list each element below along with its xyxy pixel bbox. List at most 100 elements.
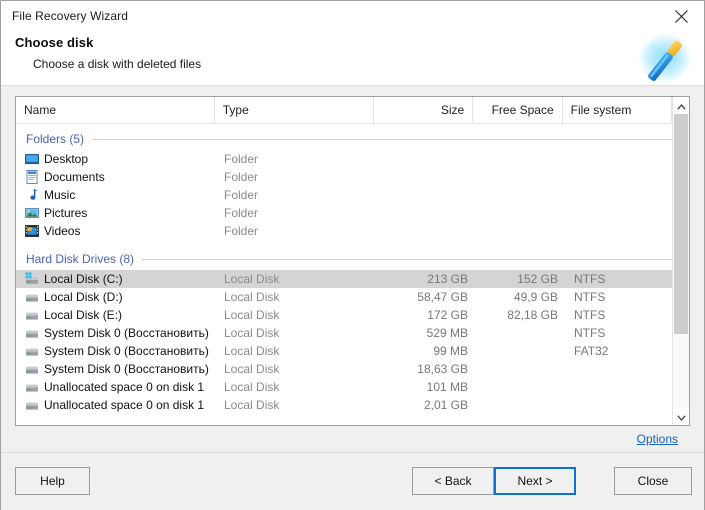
table-row[interactable]: Local Disk (E:) Local Disk 172 GB 82,18 GB N… — [16, 306, 689, 324]
cell-free-space — [476, 222, 566, 240]
table-row[interactable]: System Disk 0 (Восстановить) Local Disk 99… — [16, 342, 689, 360]
page-title: Choose disk — [15, 35, 94, 50]
table-row[interactable]: Desktop Folder — [16, 150, 689, 168]
wizard-header: Choose disk Choose a disk with deleted f… — [1, 31, 704, 86]
table-row[interactable]: Local Disk (C:) Local Disk 213 GB 152 GB NTF… — [16, 270, 689, 288]
help-button[interactable]: Help — [15, 467, 90, 495]
cell-name: Music — [16, 186, 216, 204]
chevron-down-icon — [676, 408, 686, 426]
table-row[interactable]: Music Folder — [16, 186, 689, 204]
group-header-rule — [92, 138, 681, 140]
group-header-label: Hard Disk Drives (8) — [26, 252, 135, 266]
row-name-label: Videos — [44, 224, 81, 238]
drive-icon — [25, 362, 39, 376]
page-subtitle: Choose a disk with deleted files — [33, 57, 202, 71]
cell-type: Local Disk — [224, 326, 280, 340]
cell-free-space: 152 GB — [517, 272, 558, 286]
options-link[interactable]: Options — [637, 432, 678, 446]
table-row[interactable]: Documents Folder — [16, 168, 689, 186]
group-header-rule — [142, 258, 681, 260]
cell-file-system — [566, 186, 676, 204]
back-button[interactable]: < Back — [412, 467, 494, 495]
cell-name: System Disk 0 (Восстановить) — [16, 342, 216, 360]
disk-list[interactable]: Name Type Size Free Space File system Fo… — [15, 96, 690, 426]
cell-name: Local Disk (E:) — [16, 306, 216, 324]
column-header-size[interactable]: Size — [374, 97, 474, 123]
cell-name: System Disk 0 (Восстановить) — [16, 324, 216, 342]
cell-free-space — [476, 360, 566, 378]
table-row[interactable]: Pictures Folder — [16, 204, 689, 222]
row-name-label: Documents — [44, 170, 105, 184]
drive-icon — [25, 398, 39, 412]
pictures-icon — [25, 206, 39, 220]
close-button[interactable]: Close — [614, 467, 692, 495]
title-bar: File Recovery Wizard — [1, 1, 704, 31]
scroll-down-button[interactable] — [673, 408, 689, 425]
cell-name: Unallocated space 0 on disk 1 — [16, 396, 216, 414]
cell-type: Local Disk — [224, 272, 280, 286]
videos-icon — [25, 224, 39, 238]
group-header: Hard Disk Drives (8) — [16, 248, 689, 270]
music-icon — [25, 188, 39, 202]
column-header-name[interactable]: Name — [16, 97, 215, 123]
column-header-file-system[interactable]: File system — [563, 97, 672, 123]
cell-free-space — [476, 324, 566, 342]
row-name-label: Unallocated space 0 on disk 1 — [44, 398, 205, 412]
cell-size: 58,47 GB — [417, 290, 468, 304]
row-name-label: System Disk 0 (Восстановить) — [44, 326, 209, 340]
cell-type: Local Disk — [224, 380, 280, 394]
table-row[interactable]: System Disk 0 (Восстановить) Local Disk 18… — [16, 360, 689, 378]
column-header-free-space[interactable]: Free Space — [473, 97, 563, 123]
table-row[interactable]: Local Disk (D:) Local Disk 58,47 GB 49,9 GB… — [16, 288, 689, 306]
cell-file-system: NTFS — [574, 272, 606, 286]
vertical-scrollbar[interactable] — [672, 97, 689, 425]
cell-file-system: NTFS — [574, 308, 606, 322]
next-button[interactable]: Next > — [494, 467, 576, 495]
drive-icon — [25, 380, 39, 394]
window-title: File Recovery Wizard — [12, 9, 129, 23]
group-header: Folders (5) — [16, 128, 689, 150]
row-name-label: System Disk 0 (Восстановить) — [44, 344, 209, 358]
table-row[interactable]: System Disk 0 (Восстановить) Local Disk 52… — [16, 324, 689, 342]
cell-free-space — [476, 378, 566, 396]
cell-size: 213 GB — [427, 272, 468, 286]
scroll-up-button[interactable] — [673, 97, 689, 114]
options-row: Options — [15, 426, 690, 452]
cell-free-space — [476, 186, 566, 204]
wizard-body: Name Type Size Free Space File system Fo… — [1, 86, 704, 452]
scrollbar-track[interactable] — [673, 114, 689, 408]
cell-free-space — [476, 396, 566, 414]
group-header-label: Folders (5) — [26, 132, 85, 146]
cell-free-space — [476, 342, 566, 360]
documents-icon — [25, 170, 39, 184]
close-window-button[interactable] — [659, 1, 704, 31]
cell-file-system: NTFS — [574, 290, 606, 304]
column-header-type[interactable]: Type — [215, 97, 374, 123]
cell-type: Local Disk — [224, 398, 280, 412]
cell-name: System Disk 0 (Восстановить) — [16, 360, 216, 378]
cell-free-space: 49,9 GB — [513, 290, 558, 304]
cell-type: Folder — [224, 206, 259, 220]
cell-size — [376, 186, 476, 204]
cell-file-system — [566, 204, 676, 222]
cell-file-system — [566, 222, 676, 240]
cell-type: Folder — [224, 170, 259, 184]
row-name-label: System Disk 0 (Восстановить) — [44, 362, 209, 376]
cell-size — [376, 222, 476, 240]
table-row[interactable]: Unallocated space 0 on disk 1 Local Disk 2… — [16, 396, 689, 414]
scrollbar-thumb[interactable] — [674, 114, 688, 334]
list-rows: Folders (5) Desktop Folder Documents Folder M… — [16, 124, 689, 425]
cell-free-space: 82,18 GB — [507, 308, 558, 322]
cell-size — [376, 150, 476, 168]
cell-file-system: FAT32 — [574, 344, 609, 358]
cell-size — [376, 168, 476, 186]
cell-file-system — [566, 360, 676, 378]
cell-size: 18,63 GB — [417, 362, 468, 376]
row-name-label: Music — [44, 188, 76, 202]
cell-size: 101 MB — [426, 380, 468, 394]
cell-file-system — [566, 150, 676, 168]
row-name-label: Unallocated space 0 on disk 1 — [44, 380, 205, 394]
table-row[interactable]: Unallocated space 0 on disk 1 Local Disk 1… — [16, 378, 689, 396]
table-row[interactable]: Videos Folder — [16, 222, 689, 240]
magic-wand-icon — [634, 31, 696, 89]
